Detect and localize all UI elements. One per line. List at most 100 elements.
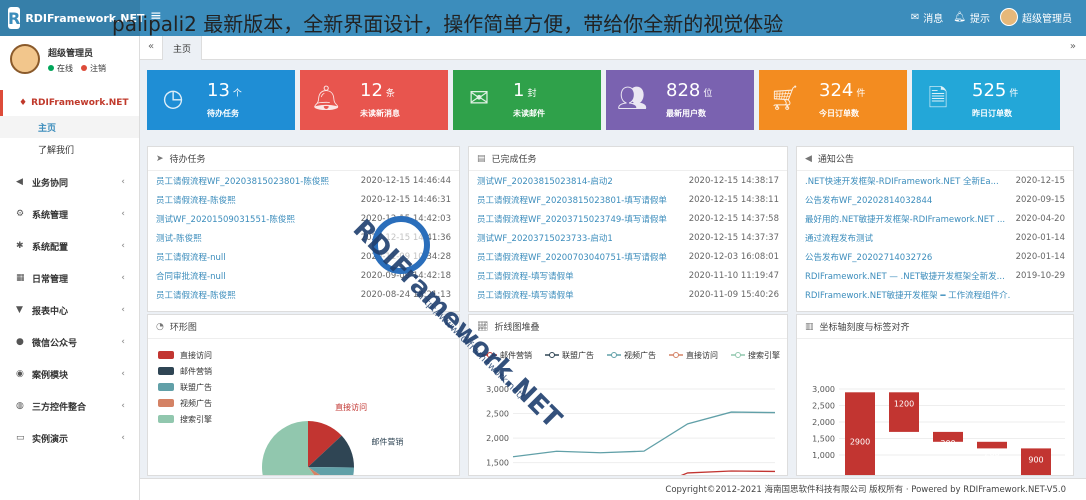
list-item[interactable]: 员工请假流程-陈俊熙 2020-08-24 15:21:13 — [148, 285, 459, 304]
list-item[interactable]: 员工请假流程-填写请假单 2020-11-10 11:19:47 — [469, 266, 787, 285]
list-item[interactable]: RDIFramework.NET — .NET敏捷开发框架全新发... 2019-… — [797, 266, 1073, 285]
stat-card-todo[interactable]: ◷ 13 个 待办任务 — [147, 70, 295, 130]
list-item[interactable]: .NET快速开发框架-RDIFramework.NET 全新Ea... 2020-… — [797, 171, 1073, 190]
list-item-title[interactable]: 员工请假流程WF_20203715023749-填写请假单 — [477, 213, 667, 225]
list-item-title[interactable]: 通过流程发布测试 — [805, 232, 873, 244]
eye-icon: ◉ — [16, 369, 24, 379]
legend-label[interactable]: 联盟广告 — [562, 350, 594, 360]
bar[interactable] — [845, 392, 875, 476]
list-item[interactable]: 员工请假流程-填写请假单 2020-11-09 15:40:26 — [469, 285, 787, 304]
list-item[interactable]: 公告发布WF_20202814032844 2020-09-15 — [797, 190, 1073, 209]
bell-icon: 🔔︎ — [310, 84, 342, 112]
chevron-left-icon: ‹ — [121, 401, 125, 411]
tab-prev-icon[interactable]: « — [148, 41, 154, 52]
list-item-title[interactable]: 员工请假流程WF_20203815023801-陈俊熙 — [156, 175, 329, 187]
legend-label[interactable]: 搜索引擎 — [748, 350, 780, 360]
list-item-date: 2020-12-15 14:37:58 — [688, 213, 779, 224]
list-item[interactable]: RDIFramework.NET敏捷开发框架 ━ 工作流程组件介... — [797, 285, 1073, 304]
list-item-date: 2020-04-20 — [1015, 213, 1065, 224]
stat-label: 最新用户数 — [666, 109, 706, 118]
sidebar-item-label: 业务协同 — [32, 178, 69, 189]
list-item-title[interactable]: 员工请假流程-填写请假单 — [477, 289, 574, 301]
list-item[interactable]: 员工请假流程WF_20203715023749-填写请假单 2020-12-15 … — [469, 209, 787, 228]
sidebar-item-wechat[interactable]: ● 微信公众号 ‹ — [0, 326, 139, 358]
list-item-title[interactable]: 合同审批流程-null — [156, 270, 226, 282]
filter-icon: ▼ — [16, 305, 23, 315]
bar-chart: 1,000 1,500 2,000 2,500 3,000 2900 1200 300 200 9… — [812, 385, 1065, 476]
sidebar-item-demo[interactable]: ▭ 实例演示 ‹ — [0, 422, 139, 454]
sidebar-item-cases[interactable]: ◉ 案例模块 ‹ — [0, 358, 139, 390]
list-item-title[interactable]: 测试WF_20203715023733-启动1 — [477, 232, 613, 244]
list-item[interactable]: 最好用的.NET敏捷开发框架-RDIFramework.NET ... 2020-… — [797, 209, 1073, 228]
sidebar-item-system[interactable]: ⚙ 系统管理 ‹ — [0, 198, 139, 230]
stat-card-orders-yesterday[interactable]: 🗎 525 件 昨日订单数 — [912, 70, 1060, 130]
legend-label[interactable]: 视频广告 — [624, 350, 656, 360]
list-item-title[interactable]: 员工请假流程WF_20200703040751-填写请假单 — [477, 251, 667, 263]
chevron-left-icon: ‹ — [121, 241, 125, 251]
panel-title: 环形图 — [169, 323, 197, 333]
stat-card-mail[interactable]: ✉ 1封 未读邮件 — [453, 70, 601, 130]
list-item-title[interactable]: 员工请假流程-陈俊熙 — [156, 194, 236, 206]
bar[interactable] — [889, 392, 919, 432]
sidebar-item-rdiframework[interactable]: ♦ RDIFramework.NET — [0, 90, 139, 116]
send-icon: ➤ — [156, 153, 164, 164]
list-item-title[interactable]: 公告发布WF_20202814032844 — [805, 194, 932, 206]
list-item-date: 2020-08-24 15:21:13 — [360, 289, 451, 300]
user-menu[interactable]: 超级管理员 — [1000, 8, 1072, 26]
messages-menu[interactable]: ✉ 消息 — [911, 10, 943, 25]
list-item[interactable]: 员工请假流程WF_20203815023801-陈俊熙 2020-12-15 14… — [148, 171, 459, 190]
logout-link[interactable]: 注销 — [81, 63, 106, 74]
sidebar-item-label: 微信公众号 — [32, 338, 78, 349]
list-item[interactable]: 员工请假流程WF_20203815023801-填写请假单 2020-12-15 … — [469, 190, 787, 209]
list-item[interactable]: 通过流程发布测试 2020-01-14 — [797, 228, 1073, 247]
tab-next-icon[interactable]: » — [1070, 41, 1076, 52]
sidebar-sub-home[interactable]: 主页 — [0, 116, 139, 138]
notice-panel: ◀ 通知公告 .NET快速开发框架-RDIFramework.NET 全新Ea..… — [796, 146, 1074, 312]
series-line[interactable] — [512, 411, 776, 458]
sidebar-item-config[interactable]: ✱ 系统配置 ‹ — [0, 230, 139, 262]
sidebar-item-label: RDIFramework.NET — [31, 98, 129, 108]
list-item[interactable]: 公告发布WF_20202714032726 2020-01-14 — [797, 247, 1073, 266]
list-item-title[interactable]: 测试WF_20201509031551-陈俊熙 — [156, 213, 295, 225]
list-item-title[interactable]: 测试WF_20203815023814-启动2 — [477, 175, 613, 187]
list-item-title[interactable]: .NET快速开发框架-RDIFramework.NET 全新Ea... — [805, 175, 999, 187]
stat-label: 未读新消息 — [360, 109, 400, 118]
list-item[interactable]: 员工请假流程WF_20200703040751-填写请假单 2020-12-03 … — [469, 247, 787, 266]
sidebar-item-thirdparty[interactable]: ◍ 三方控件整合 ‹ — [0, 390, 139, 422]
panel-title: 坐标轴刻度与标签对齐 — [819, 323, 910, 333]
stat-card-messages[interactable]: 🔔︎ 12 条 未读新消息 — [300, 70, 448, 130]
list-item-title[interactable]: 公告发布WF_20202714032726 — [805, 251, 932, 263]
sidebar-item-daily[interactable]: ▦ 日常管理 ‹ — [0, 262, 139, 294]
sidebar-sub-about[interactable]: 了解我们 — [0, 138, 139, 160]
legend-label[interactable]: 邮件营销 — [500, 350, 532, 360]
list-item-title[interactable]: 员工请假流程-填写请假单 — [477, 270, 574, 282]
monitor-icon: ▭ — [16, 433, 25, 443]
y-tick-label: 2,500 — [812, 402, 835, 411]
list-item[interactable]: 测试WF_20203815023814-启动2 2020-12-15 14:38:… — [469, 171, 787, 190]
stat-card-users[interactable]: 👥︎ 828 位 最新用户数 — [606, 70, 754, 130]
list-item-title[interactable]: RDIFramework.NET敏捷开发框架 ━ 工作流程组件介... — [805, 289, 1010, 301]
list-item-title[interactable]: 最好用的.NET敏捷开发框架-RDIFramework.NET ... — [805, 213, 1005, 225]
list-item-title[interactable]: RDIFramework.NET — .NET敏捷开发框架全新发... — [805, 270, 1005, 282]
notifications-menu[interactable]: 🔔︎ 提示 — [953, 10, 990, 25]
sidebar-item-business[interactable]: ◀ 业务协同 ‹ — [0, 166, 139, 198]
list-item-date: 2020-12-03 16:08:01 — [688, 251, 779, 262]
bar-value-label: 900 — [1028, 455, 1043, 464]
y-tick-label: 2,000 — [812, 418, 835, 427]
sidebar-item-reports[interactable]: ▼ 报表中心 ‹ — [0, 294, 139, 326]
list-item[interactable]: 测试WF_20203715023733-启动1 2020-12-15 14:37:… — [469, 228, 787, 247]
list-item[interactable]: 员工请假流程-陈俊熙 2020-12-15 14:46:31 — [148, 190, 459, 209]
tab-home[interactable]: 主页 — [162, 36, 203, 60]
chevron-left-icon: ‹ — [121, 369, 125, 379]
bar[interactable] — [977, 441, 1007, 449]
list-item-title[interactable]: 员工请假流程WF_20203815023801-填写请假单 — [477, 194, 667, 206]
sidebar-item-label: 日常管理 — [32, 274, 69, 285]
list-item-title[interactable]: 测试-陈俊熙 — [156, 232, 202, 244]
legend-label[interactable]: 直接访问 — [686, 350, 718, 360]
list-item-title[interactable]: 员工请假流程-null — [156, 251, 226, 263]
stat-card-orders-today[interactable]: 🛒︎ 324 件 今日订单数 — [759, 70, 907, 130]
list-item-title[interactable]: 员工请假流程-陈俊熙 — [156, 289, 236, 301]
series-line[interactable] — [513, 470, 776, 476]
pie-chart-icon: ◔ — [156, 321, 164, 332]
notifications-label: 提示 — [970, 13, 990, 25]
